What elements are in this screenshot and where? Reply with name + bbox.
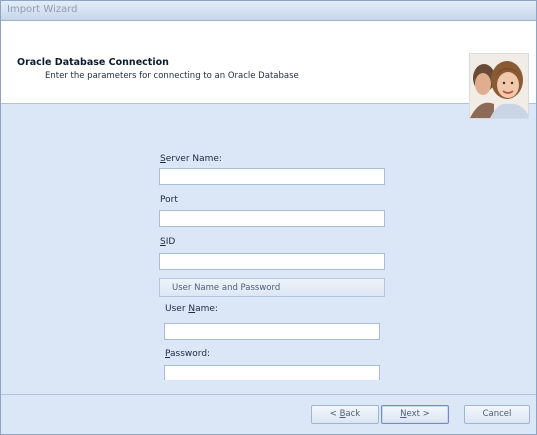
user-name-label-text: ame:: [195, 304, 218, 314]
port-label: Port: [160, 195, 178, 205]
title-bar[interactable]: Import Wizard: [1, 1, 536, 21]
sid-input[interactable]: [159, 253, 385, 270]
server-name-input[interactable]: [159, 168, 385, 185]
user-name-label: User Name:: [165, 304, 218, 314]
back-button[interactable]: < Back: [311, 405, 379, 424]
server-name-label-text: erver Name:: [165, 154, 222, 164]
cancel-button[interactable]: Cancel: [464, 405, 530, 424]
password-label: Password:: [165, 349, 210, 359]
user-name-label-prefix: User: [165, 304, 189, 314]
user-name-input[interactable]: [164, 323, 380, 340]
cancel-button-label: Cancel: [482, 409, 512, 419]
credentials-group-header: User Name and Password: [159, 278, 385, 297]
footer-divider: [1, 394, 536, 395]
port-input[interactable]: [159, 210, 385, 227]
password-label-text: assword:: [170, 349, 211, 359]
credentials-group: User Name: Password:: [159, 297, 385, 380]
next-button[interactable]: Next >: [381, 405, 449, 424]
sid-label-text: ID: [165, 237, 176, 247]
credentials-group-title: User Name and Password: [172, 283, 281, 293]
back-button-label: ack: [345, 409, 361, 419]
window-title: Import Wizard: [7, 4, 78, 15]
page-title: Oracle Database Connection: [17, 57, 169, 68]
next-button-label: ext >: [406, 409, 430, 419]
page-subtitle: Enter the parameters for connecting to a…: [45, 71, 299, 81]
server-name-label: Server Name:: [160, 154, 222, 164]
password-input[interactable]: [164, 365, 380, 380]
wizard-header: Oracle Database Connection Enter the par…: [1, 21, 536, 119]
import-wizard-window: Import Wizard Oracle Database Connection…: [0, 0, 537, 435]
back-button-prefix: <: [329, 409, 340, 419]
sid-label: SID: [160, 237, 175, 247]
